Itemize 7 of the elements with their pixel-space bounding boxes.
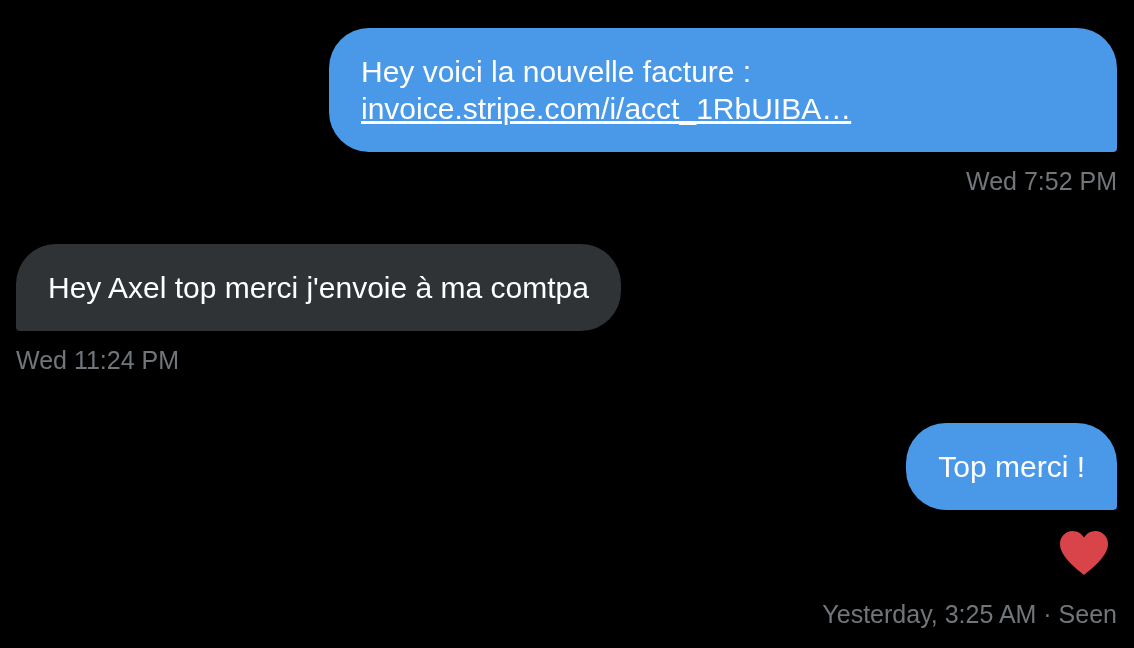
- message-text: Top merci !: [938, 449, 1085, 485]
- invoice-link[interactable]: invoice.stripe.com/i/acct_1RbUIBA…: [361, 90, 852, 127]
- message-timestamp: Yesterday, 3:25 AM · Seen: [822, 599, 1117, 629]
- message-text: Hey voici la nouvelle facture :: [361, 54, 752, 90]
- message-text: Hey Axel top merci j'envoie à ma comtpa: [48, 270, 589, 306]
- message-timestamp: Wed 11:24 PM: [16, 345, 180, 375]
- message-timestamp: Wed 7:52 PM: [966, 166, 1117, 196]
